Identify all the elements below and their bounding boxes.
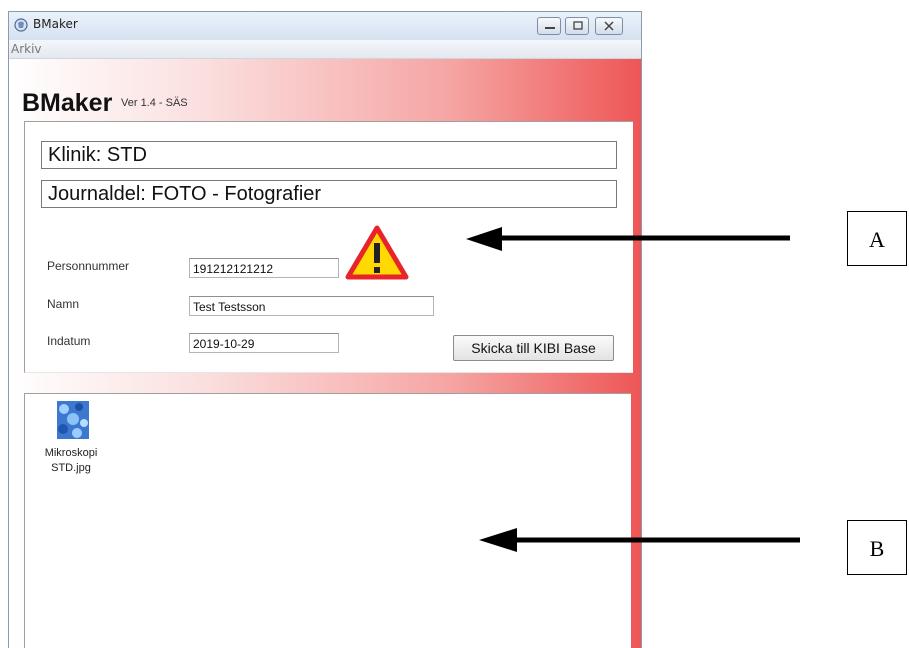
client-area: BMaker Ver 1.4 - SÄS Klinik: STD Journal… bbox=[9, 59, 641, 648]
personnummer-field[interactable]: 191212121212 bbox=[189, 258, 339, 278]
menu-arkiv[interactable]: Arkiv bbox=[11, 42, 42, 56]
file-name: Mikroskopi STD.jpg bbox=[35, 446, 107, 476]
file-panel: Mikroskopi STD.jpg bbox=[24, 393, 631, 648]
app-version: Ver 1.4 - SÄS bbox=[121, 97, 188, 109]
close-icon bbox=[604, 21, 614, 31]
menu-bar: Arkiv bbox=[9, 40, 641, 59]
title-bar[interactable]: BMaker bbox=[9, 12, 641, 40]
callout-b: B bbox=[847, 520, 907, 575]
app-brand: BMaker bbox=[22, 89, 113, 117]
send-to-kibi-button[interactable]: Skicka till KIBI Base bbox=[453, 335, 614, 361]
minimize-icon bbox=[545, 27, 555, 29]
clinic-box: Klinik: STD bbox=[41, 141, 617, 169]
close-button[interactable] bbox=[595, 17, 623, 35]
arrow-b-icon bbox=[479, 528, 800, 552]
restore-button[interactable] bbox=[565, 17, 589, 35]
callout-a: A bbox=[847, 211, 907, 266]
file-item[interactable]: Mikroskopi STD.jpg bbox=[35, 398, 107, 488]
file-name-line2: STD.jpg bbox=[51, 462, 91, 474]
app-icon bbox=[14, 18, 28, 32]
restore-icon bbox=[573, 21, 583, 30]
namn-label: Namn bbox=[47, 297, 80, 311]
window-title: BMaker bbox=[33, 17, 78, 31]
image-thumbnail bbox=[57, 401, 89, 439]
journal-part-box: Journaldel: FOTO - Fotografier bbox=[41, 180, 617, 208]
namn-field[interactable]: Test Testsson bbox=[189, 296, 434, 316]
personnummer-label: Personnummer bbox=[47, 259, 130, 273]
minimize-button[interactable] bbox=[537, 17, 561, 35]
file-name-line1: Mikroskopi bbox=[44, 447, 98, 459]
indatum-field[interactable]: 2019-10-29 bbox=[189, 333, 339, 353]
warning-icon bbox=[345, 225, 409, 280]
indatum-label: Indatum bbox=[47, 334, 91, 348]
arrow-a-icon bbox=[466, 227, 790, 251]
